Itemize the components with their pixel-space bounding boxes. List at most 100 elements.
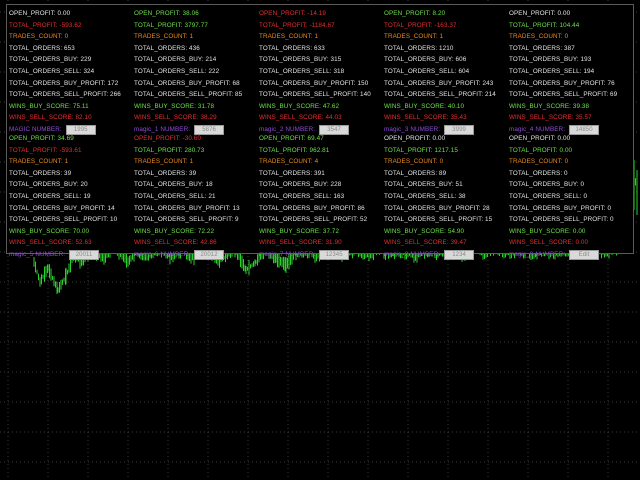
trades-count: TRADES_COUNT: 1 — [9, 158, 69, 166]
total-profit: TOTAL_PROFIT: 104.44 — [509, 21, 580, 29]
total-orders-sell: TOTAL_ORDERS_SELL: 222 — [134, 67, 220, 75]
total-profit: TOTAL_PROFIT: 962.81 — [259, 146, 330, 154]
total-orders-buy: TOTAL_ORDERS_BUY: 0 — [509, 181, 585, 189]
open-profit: OPEN_PROFIT: 34.69 — [9, 135, 74, 142]
wins-sell-score: WINS_SELL_SCORE: 52.63 — [9, 239, 92, 247]
magic-stats-block: OPEN_PROFIT: 0.00 TOTAL_PROFIT: 0.00 TRA… — [509, 133, 633, 261]
magic-number-input[interactable]: 20011 — [69, 249, 100, 260]
magic-number-label: magic_9 NUMBER: — [509, 250, 566, 258]
total-profit: TOTAL_PROFIT: 280.73 — [134, 146, 205, 154]
total-orders: TOTAL_ORDERS: 1210 — [384, 44, 454, 52]
total-orders-sell-profit: TOTAL_ORDERS_SELL_PROFIT: 15 — [384, 216, 493, 224]
wins-buy-score: WINS_BUY_SCORE: 75.11 — [9, 102, 89, 110]
total-orders: TOTAL_ORDERS: 633 — [259, 44, 325, 52]
wins-sell-score: WINS_SELL_SCORE: 35.43 — [384, 114, 467, 122]
wins-buy-score: WINS_BUY_SCORE: 54.90 — [384, 227, 465, 235]
magic-stats-block: OPEN_PROFIT: 69.47 TOTAL_PROFIT: 962.81 … — [259, 133, 383, 261]
open-profit: OPEN_PROFIT: 0.00 — [509, 10, 571, 17]
total-orders-sell-profit: TOTAL_ORDERS_SELL_PROFIT: 0 — [509, 216, 614, 224]
trades-count: TRADES_COUNT: 1 — [384, 33, 444, 41]
wins-sell-score: WINS_SELL_SCORE: 44.03 — [259, 114, 342, 122]
wins-sell-score: WINS_SELL_SCORE: 38.29 — [134, 114, 217, 122]
total-orders-buy: TOTAL_ORDERS_BUY: 18 — [134, 181, 213, 189]
magic-number-row: magic_8 NUMBER: 1234 — [384, 249, 508, 261]
magic-stats-block: OPEN_PROFIT: 0.00 TOTAL_PROFIT: 1217.15 … — [384, 133, 508, 261]
wins-sell-score: WINS_SELL_SCORE: 82.10 — [9, 114, 92, 122]
total-orders-buy: TOTAL_ORDERS_BUY: 606 — [384, 56, 467, 64]
total-profit: TOTAL_PROFIT: 0.00 — [509, 146, 573, 154]
total-orders-buy-profit: TOTAL_ORDERS_BUY_PROFIT: 76 — [509, 79, 615, 87]
total-profit: TOTAL_PROFIT: 1217.15 — [384, 146, 458, 154]
wins-sell-score: WINS_SELL_SCORE: 42.86 — [134, 239, 217, 247]
total-orders-buy: TOTAL_ORDERS_BUY: 20 — [9, 181, 88, 189]
total-orders-sell-profit: TOTAL_ORDERS_SELL_PROFIT: 52 — [259, 216, 368, 224]
open-profit: OPEN_PROFIT: 8.20 — [384, 10, 446, 17]
trades-count: TRADES_COUNT: 0 — [9, 33, 69, 41]
open-profit: OPEN_PROFIT: -14.19 — [259, 10, 326, 17]
total-orders-buy: TOTAL_ORDERS_BUY: 51 — [384, 181, 463, 189]
magic-number-input[interactable]: 1234 — [444, 249, 475, 260]
total-profit: TOTAL_PROFIT: -1184.67 — [259, 21, 335, 29]
wins-buy-score: WINS_BUY_SCORE: 72.22 — [134, 227, 215, 235]
total-orders-sell-profit: TOTAL_ORDERS_SELL_PROFIT: 10 — [9, 216, 118, 224]
open-profit: OPEN_PROFIT: 69.47 — [259, 135, 324, 142]
total-orders-buy: TOTAL_ORDERS_BUY: 229 — [9, 56, 92, 64]
total-orders-buy-profit: TOTAL_ORDERS_BUY_PROFIT: 14 — [9, 204, 115, 212]
total-orders-buy: TOTAL_ORDERS_BUY: 214 — [134, 56, 217, 64]
magic-number-label: magic_7 NUMBER: — [259, 250, 316, 258]
open-profit: OPEN_PROFIT: 0.00 — [9, 10, 71, 17]
magic-stats-block: OPEN_PROFIT: 0.00 TOTAL_PROFIT: 104.44 T… — [509, 8, 633, 136]
total-orders: TOTAL_ORDERS: 387 — [509, 44, 575, 52]
magic-number-row: magic_5 NUMBER: 20011 — [9, 249, 133, 261]
total-orders-sell-profit: TOTAL_ORDERS_SELL_PROFIT: 85 — [134, 91, 243, 99]
wins-buy-score: WINS_BUY_SCORE: 31.78 — [134, 102, 215, 110]
wins-buy-score: WINS_BUY_SCORE: 47.62 — [259, 102, 340, 110]
magic-stats-block: OPEN_PROFIT: -30.60 TOTAL_PROFIT: 280.73… — [134, 133, 258, 261]
total-profit: TOTAL_PROFIT: -163.37 — [384, 21, 457, 29]
wins-sell-score: WINS_SELL_SCORE: 31.90 — [259, 239, 342, 247]
total-orders-sell: TOTAL_ORDERS_SELL: 318 — [259, 67, 345, 75]
magic-stats-block: OPEN_PROFIT: -14.19 TOTAL_PROFIT: -1184.… — [259, 8, 383, 136]
magic-number-input[interactable]: 20012 — [194, 249, 225, 260]
wins-sell-score: WINS_SELL_SCORE: 39.47 — [384, 239, 467, 247]
total-orders-buy: TOTAL_ORDERS_BUY: 193 — [509, 56, 592, 64]
magic-number-input[interactable]: 12345 — [319, 249, 350, 260]
open-profit: OPEN_PROFIT: 0.00 — [509, 135, 571, 142]
magic-number-row: magic_9 NUMBER: Edit — [509, 249, 633, 261]
trades-count: TRADES_COUNT: 0 — [384, 158, 444, 166]
magic-number-row: magic_6 NUMBER: 20012 — [134, 249, 258, 261]
total-orders-buy: TOTAL_ORDERS_BUY: 228 — [259, 181, 342, 189]
total-orders: TOTAL_ORDERS: 436 — [134, 44, 200, 52]
total-orders-sell: TOTAL_ORDERS_SELL: 324 — [9, 67, 95, 75]
magic-number-label: magic_5 NUMBER: — [9, 250, 66, 258]
magic-number-label: magic_8 NUMBER: — [384, 250, 441, 258]
total-orders-sell: TOTAL_ORDERS_SELL: 21 — [134, 192, 216, 200]
total-profit: TOTAL_PROFIT: -593.62 — [9, 21, 82, 29]
magic-stats-block: OPEN_PROFIT: 8.20 TOTAL_PROFIT: -163.37 … — [384, 8, 508, 136]
total-orders-sell-profit: TOTAL_ORDERS_SELL_PROFIT: 266 — [9, 91, 121, 99]
total-orders-sell-profit: TOTAL_ORDERS_SELL_PROFIT: 9 — [134, 216, 239, 224]
magic-stats-block: OPEN_PROFIT: 34.69 TOTAL_PROFIT: -593.61… — [9, 133, 133, 261]
total-orders: TOTAL_ORDERS: 653 — [9, 44, 75, 52]
total-orders-sell-profit: TOTAL_ORDERS_SELL_PROFIT: 69 — [509, 91, 618, 99]
total-orders-buy-profit: TOTAL_ORDERS_BUY_PROFIT: 172 — [9, 79, 119, 87]
total-orders: TOTAL_ORDERS: 89 — [384, 169, 447, 177]
wins-sell-score: WINS_SELL_SCORE: 35.57 — [509, 114, 592, 122]
total-orders-sell: TOTAL_ORDERS_SELL: 38 — [384, 192, 466, 200]
total-orders-buy-profit: TOTAL_ORDERS_BUY_PROFIT: 86 — [259, 204, 365, 212]
wins-buy-score: WINS_BUY_SCORE: 0.00 — [509, 227, 586, 235]
magic-number-row: magic_7 NUMBER: 12345 — [259, 249, 383, 261]
trades-count: TRADES_COUNT: 1 — [134, 33, 194, 41]
trades-count: TRADES_COUNT: 0 — [509, 33, 569, 41]
total-orders-sell: TOTAL_ORDERS_SELL: 0 — [509, 192, 588, 200]
magic-number-input[interactable]: Edit — [569, 249, 600, 260]
trades-count: TRADES_COUNT: 0 — [509, 158, 569, 166]
magic-number-label: magic_6 NUMBER: — [134, 250, 191, 258]
total-orders-buy-profit: TOTAL_ORDERS_BUY_PROFIT: 13 — [134, 204, 240, 212]
stats-panel: OPEN_PROFIT: 0.00 TOTAL_PROFIT: -593.62 … — [6, 4, 634, 260]
total-orders-sell-profit: TOTAL_ORDERS_SELL_PROFIT: 140 — [259, 91, 371, 99]
trades-count: TRADES_COUNT: 4 — [259, 158, 319, 166]
trades-count: TRADES_COUNT: 1 — [134, 158, 194, 166]
total-profit: TOTAL_PROFIT: -593.61 — [9, 146, 82, 154]
wins-sell-score: WINS_SELL_SCORE: 0.00 — [509, 239, 589, 247]
